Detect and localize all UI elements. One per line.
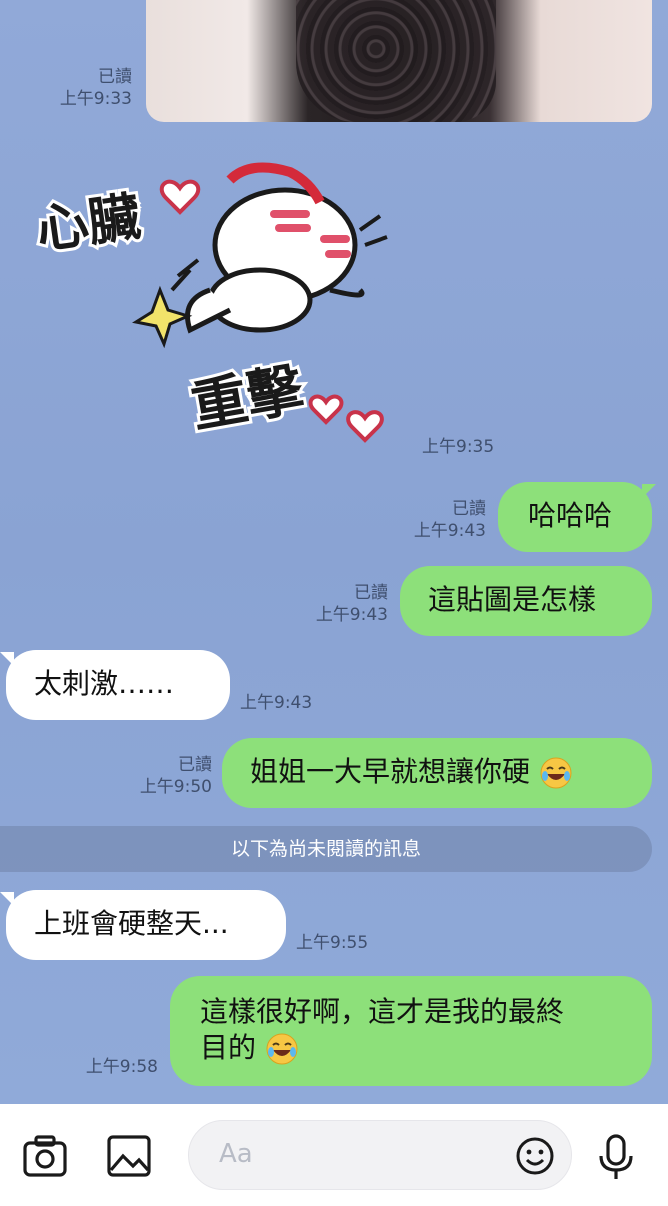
timestamp: 上午9:50 — [139, 777, 212, 797]
camera-icon[interactable] — [22, 1134, 68, 1182]
sticker-text-bottom: 重擊 — [187, 357, 310, 441]
incoming-message-bubble[interactable]: 太刺激…… — [6, 650, 230, 720]
timestamp: 上午9:43 — [413, 521, 486, 541]
message-text-line2: 目的 — [200, 1031, 257, 1064]
outgoing-message-bubble[interactable]: 這貼圖是怎樣 — [400, 566, 652, 636]
message-text: 哈哈哈 — [528, 499, 613, 532]
input-placeholder: Aa — [219, 1139, 253, 1169]
timestamp: 上午9:43 — [315, 605, 388, 625]
bubble-tail — [0, 652, 14, 666]
message-input[interactable]: Aa — [188, 1120, 572, 1190]
message-text: 姐姐一大早就想讓你硬 — [250, 755, 531, 788]
incoming-message-bubble[interactable]: 上班會硬整天... — [6, 890, 286, 960]
read-receipt: 已讀 — [452, 499, 486, 519]
chat-area: 已讀 上午9:33 心臟 重擊 上午9:35 已讀 上午9:43 哈哈哈 已讀 … — [0, 0, 668, 1104]
m1-meta: 已讀 上午9:43 — [414, 498, 486, 542]
message-composer: Aa — [0, 1104, 668, 1206]
outgoing-message-bubble[interactable]: 哈哈哈 — [498, 482, 652, 552]
message-text: 上班會硬整天... — [34, 907, 229, 940]
microphone-icon[interactable] — [598, 1134, 634, 1186]
m6-timestamp: 上午9:58 — [85, 1057, 158, 1077]
read-receipt: 已讀 — [354, 583, 388, 603]
photo-meta: 已讀 上午9:33 — [60, 66, 132, 110]
unread-divider: 以下為尚未閱讀的訊息 — [0, 826, 652, 872]
m5-timestamp: 上午9:55 — [296, 933, 369, 953]
message-text: 這貼圖是怎樣 — [428, 583, 597, 616]
m3-timestamp: 上午9:43 — [240, 693, 313, 713]
timestamp: 上午9:33 — [59, 89, 132, 109]
message-text: 太刺激…… — [34, 667, 175, 700]
photo-content — [296, 0, 496, 122]
message-text-line1: 這樣很好啊，這才是我的最終 — [200, 995, 565, 1028]
laughing-emoji-icon — [540, 757, 572, 789]
read-receipt: 已讀 — [178, 755, 212, 775]
emoji-icon[interactable] — [515, 1136, 555, 1180]
outgoing-message-bubble[interactable]: 姐姐一大早就想讓你硬 — [222, 738, 652, 808]
bubble-tail — [642, 484, 656, 498]
outgoing-message-bubble[interactable]: 這樣很好啊，這才是我的最終 目的 — [170, 976, 652, 1086]
sticker-timestamp: 上午9:35 — [422, 437, 495, 457]
m2-meta: 已讀 上午9:43 — [316, 582, 388, 626]
image-icon[interactable] — [106, 1134, 152, 1182]
heart-attack-sticker[interactable]: 心臟 重擊 — [30, 150, 400, 450]
m4-meta: 已讀 上午9:50 — [140, 754, 212, 798]
laughing-emoji-icon — [266, 1033, 298, 1065]
bubble-tail — [0, 892, 14, 906]
photo-message[interactable] — [146, 0, 652, 122]
read-receipt: 已讀 — [98, 67, 132, 87]
sticker-text-top: 心臟 — [33, 187, 144, 261]
